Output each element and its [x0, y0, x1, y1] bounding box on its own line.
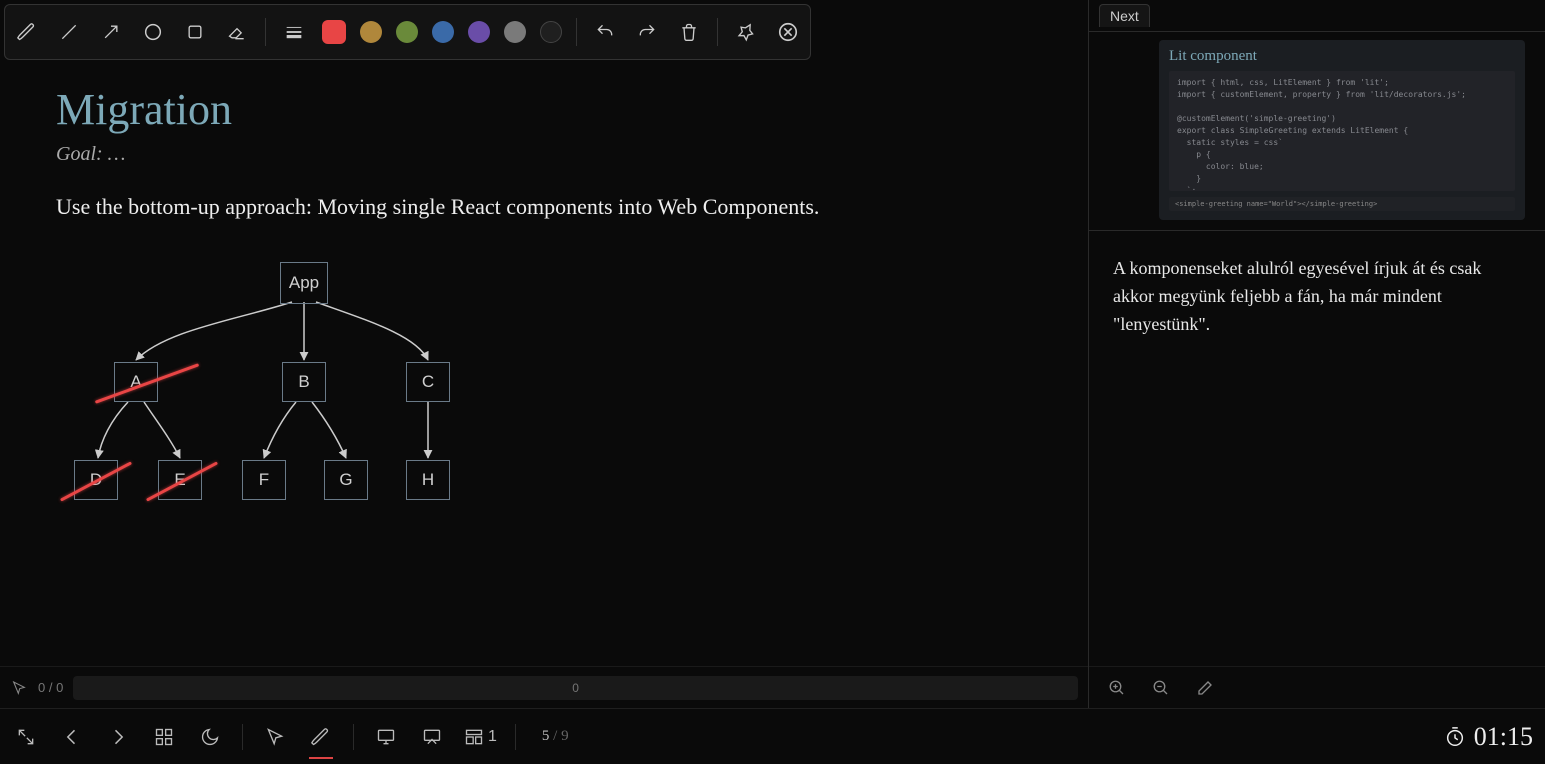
tree-node-h: H	[406, 460, 450, 500]
next-slide-preview[interactable]: Lit component import { html, css, LitEle…	[1159, 40, 1525, 220]
line-tool-icon[interactable]	[55, 18, 83, 46]
tree-node-g: G	[324, 460, 368, 500]
zoom-in-icon[interactable]	[1103, 674, 1131, 702]
timer-value: 01:15	[1474, 722, 1533, 752]
color-red-active[interactable]	[322, 20, 346, 44]
pin-icon[interactable]	[732, 18, 760, 46]
cursor-icon[interactable]	[10, 679, 28, 697]
tree-node-f: F	[242, 460, 286, 500]
edit-icon[interactable]	[1191, 674, 1219, 702]
page-indicator: 5 / 9	[542, 728, 569, 745]
dark-mode-icon[interactable]	[196, 723, 224, 751]
drawing-toolbar	[4, 4, 811, 60]
presenter-icon[interactable]	[372, 723, 400, 751]
slide-body: Use the bottom-up approach: Moving singl…	[56, 194, 1032, 220]
preview-code-block: import { html, css, LitElement } from 'l…	[1169, 71, 1515, 191]
next-tab-label[interactable]: Next	[1099, 4, 1150, 27]
ellipse-tool-icon[interactable]	[139, 18, 167, 46]
redo-icon[interactable]	[633, 18, 661, 46]
color-black[interactable]	[540, 21, 562, 43]
preview-usage-line: <simple-greeting name="World"></simple-g…	[1169, 197, 1515, 211]
draw-mode-icon[interactable]	[307, 723, 335, 751]
next-slide-icon[interactable]	[104, 723, 132, 751]
tree-node-app: App	[280, 262, 328, 304]
fullscreen-icon[interactable]	[12, 723, 40, 751]
prev-slide-icon[interactable]	[58, 723, 86, 751]
bottom-toolbar: 1 5 / 9 01:15	[0, 708, 1545, 764]
color-purple[interactable]	[468, 21, 490, 43]
timer[interactable]: 01:15	[1444, 722, 1533, 752]
left-footer: 0 / 0	[0, 666, 1088, 708]
drawing-count: 0 / 0	[38, 680, 63, 695]
layout-count: 1	[488, 728, 497, 746]
drawing-input[interactable]	[73, 676, 1078, 700]
eraser-tool-icon[interactable]	[223, 18, 251, 46]
tree-node-b: B	[282, 362, 326, 402]
color-olive[interactable]	[360, 21, 382, 43]
color-blue[interactable]	[432, 21, 454, 43]
rect-tool-icon[interactable]	[181, 18, 209, 46]
present-draw-icon[interactable]	[418, 723, 446, 751]
next-slide-header: Next	[1089, 0, 1545, 32]
pointer-mode-icon[interactable]	[261, 723, 289, 751]
preview-title: Lit component	[1169, 48, 1515, 65]
trash-icon[interactable]	[675, 18, 703, 46]
slide-goal: Goal: …	[56, 143, 1032, 166]
color-grey[interactable]	[504, 21, 526, 43]
arrow-tool-icon[interactable]	[97, 18, 125, 46]
layout-icon[interactable]: 1	[464, 723, 497, 751]
right-footer	[1089, 666, 1545, 708]
tree-node-c: C	[406, 362, 450, 402]
current-slide: Migration Goal: … Use the bottom-up appr…	[0, 64, 1088, 666]
slide-title: Migration	[56, 84, 1032, 135]
undo-icon[interactable]	[591, 18, 619, 46]
close-icon[interactable]	[774, 18, 802, 46]
component-tree-diagram: App A B C D E F G H	[56, 240, 556, 520]
stroke-width-icon[interactable]	[280, 18, 308, 46]
color-green[interactable]	[396, 21, 418, 43]
grid-view-icon[interactable]	[150, 723, 178, 751]
zoom-out-icon[interactable]	[1147, 674, 1175, 702]
brush-tool-icon[interactable]	[13, 18, 41, 46]
speaker-notes: A komponenseket alulról egyesével írjuk …	[1089, 230, 1545, 666]
